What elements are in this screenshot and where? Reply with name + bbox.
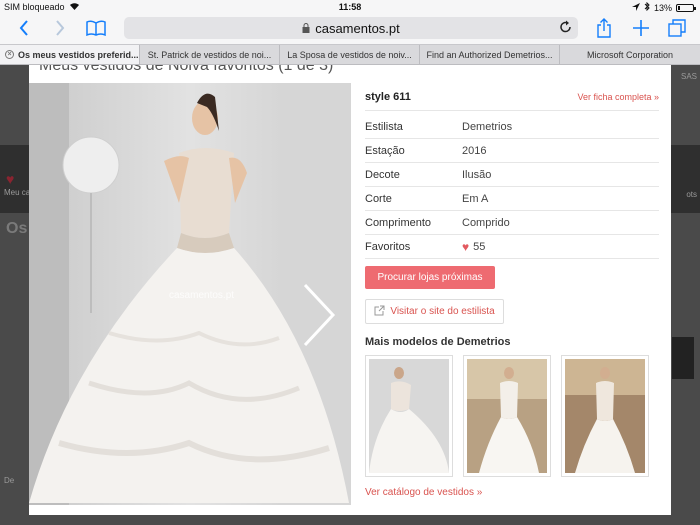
tab-label: Microsoft Corporation bbox=[586, 49, 674, 60]
bookmarks-icon[interactable] bbox=[84, 17, 108, 39]
favorites-count: 55 bbox=[473, 240, 486, 253]
attribute-row-length: Comprimento Comprido bbox=[365, 211, 659, 235]
status-bar: SIM bloqueado 11:58 13% bbox=[0, 0, 700, 14]
battery-icon bbox=[676, 3, 696, 12]
catalog-link[interactable]: Ver catálogo de vestidos » bbox=[365, 487, 659, 498]
attribute-key: Comprimento bbox=[365, 216, 432, 229]
attributes-table: Estilista Demetrios Estação 2016 Decote … bbox=[365, 115, 659, 259]
tab-label: Find an Authorized Demetrios... bbox=[426, 49, 553, 60]
visit-site-label: Visitar o site do estilista bbox=[390, 306, 495, 317]
external-link-icon bbox=[374, 305, 385, 319]
next-photo-icon[interactable] bbox=[301, 283, 337, 352]
attribute-value: 2016 bbox=[462, 144, 487, 157]
background-label: ots bbox=[686, 190, 697, 199]
background-label: SAS bbox=[680, 72, 697, 81]
visit-designer-site-button[interactable]: Visitar o site do estilista bbox=[365, 299, 504, 324]
attribute-key: Estação bbox=[365, 144, 405, 157]
address-bar[interactable]: casamentos.pt bbox=[124, 17, 578, 39]
modal-title: Meus vestidos de Noiva favoritos (1 de 3… bbox=[39, 65, 334, 74]
attribute-value: Comprido bbox=[462, 216, 510, 229]
close-tab-icon[interactable]: × bbox=[5, 50, 14, 59]
attribute-row-neckline: Decote Ilusão bbox=[365, 163, 659, 187]
background-label: De bbox=[4, 476, 15, 485]
full-sheet-link[interactable]: Ver ficha completa » bbox=[577, 92, 659, 102]
location-icon bbox=[631, 2, 640, 13]
dress-thumbnail-image bbox=[467, 359, 547, 473]
dress-thumbnail-image bbox=[565, 359, 645, 473]
find-stores-button[interactable]: Procurar lojas próximas bbox=[365, 266, 495, 289]
share-icon[interactable] bbox=[594, 17, 614, 39]
dress-details-panel: style 611 Ver ficha completa » Estilista… bbox=[365, 83, 659, 498]
attribute-key: Estilista bbox=[365, 120, 403, 133]
lock-icon bbox=[302, 21, 310, 36]
attribute-value: Ilusão bbox=[462, 168, 492, 181]
more-models-list bbox=[365, 355, 659, 477]
tab-microsoft[interactable]: Microsoft Corporation bbox=[560, 45, 700, 64]
tab-favorites[interactable]: × Os meus vestidos preferid... bbox=[0, 45, 140, 64]
tab-la-sposa[interactable]: La Sposa de vestidos de noiv... bbox=[280, 45, 420, 64]
heart-logo-icon: ♥ bbox=[6, 171, 15, 187]
tab-st-patrick[interactable]: St. Patrick de vestidos de noi... bbox=[140, 45, 280, 64]
dress-detail-modal: Meus vestidos de Noiva favoritos (1 de 3… bbox=[29, 65, 671, 515]
heart-icon[interactable]: ♥ bbox=[462, 240, 469, 254]
reload-icon[interactable] bbox=[559, 20, 572, 37]
model-thumbnail[interactable] bbox=[365, 355, 453, 477]
tabs-icon[interactable] bbox=[666, 17, 688, 39]
tab-label: La Sposa de vestidos de noiv... bbox=[287, 49, 412, 60]
forward-icon[interactable] bbox=[50, 17, 70, 39]
tab-bar: × Os meus vestidos preferid... St. Patri… bbox=[0, 44, 700, 65]
dress-thumbnail-image bbox=[369, 359, 449, 473]
background-avatar bbox=[672, 337, 694, 379]
tab-label: Os meus vestidos preferid... bbox=[18, 49, 139, 60]
tab-label: St. Patrick de vestidos de noi... bbox=[147, 49, 272, 60]
attribute-key: Favoritos bbox=[365, 240, 411, 253]
add-icon[interactable] bbox=[630, 17, 652, 39]
back-icon[interactable] bbox=[14, 17, 34, 39]
bluetooth-icon bbox=[644, 1, 650, 13]
browser-toolbar: casamentos.pt bbox=[0, 14, 700, 44]
attribute-row-favorites: Favoritos ♥ 55 bbox=[365, 235, 659, 259]
battery-percent: 13% bbox=[653, 2, 672, 13]
attribute-key: Decote bbox=[365, 168, 400, 181]
model-thumbnail[interactable] bbox=[463, 355, 551, 477]
attribute-value: Demetrios bbox=[462, 120, 513, 133]
clock: 11:58 bbox=[338, 2, 362, 12]
tab-demetrios[interactable]: Find an Authorized Demetrios... bbox=[420, 45, 560, 64]
attribute-row-season: Estação 2016 bbox=[365, 139, 659, 163]
dress-photo[interactable]: casamentos.pt bbox=[29, 83, 351, 505]
attribute-key: Corte bbox=[365, 192, 392, 205]
background-title: Os bbox=[6, 220, 28, 237]
attribute-row-designer: Estilista Demetrios bbox=[365, 115, 659, 139]
model-thumbnail[interactable] bbox=[561, 355, 649, 477]
photo-watermark: casamentos.pt bbox=[169, 290, 234, 301]
background-label: Meu ca bbox=[4, 188, 31, 197]
style-name: style 611 bbox=[365, 90, 411, 103]
url-text: casamentos.pt bbox=[315, 20, 400, 36]
attribute-row-cut: Corte Em A bbox=[365, 187, 659, 211]
attribute-value: Em A bbox=[462, 192, 489, 205]
more-models-title: Mais modelos de Demetrios bbox=[365, 336, 511, 348]
